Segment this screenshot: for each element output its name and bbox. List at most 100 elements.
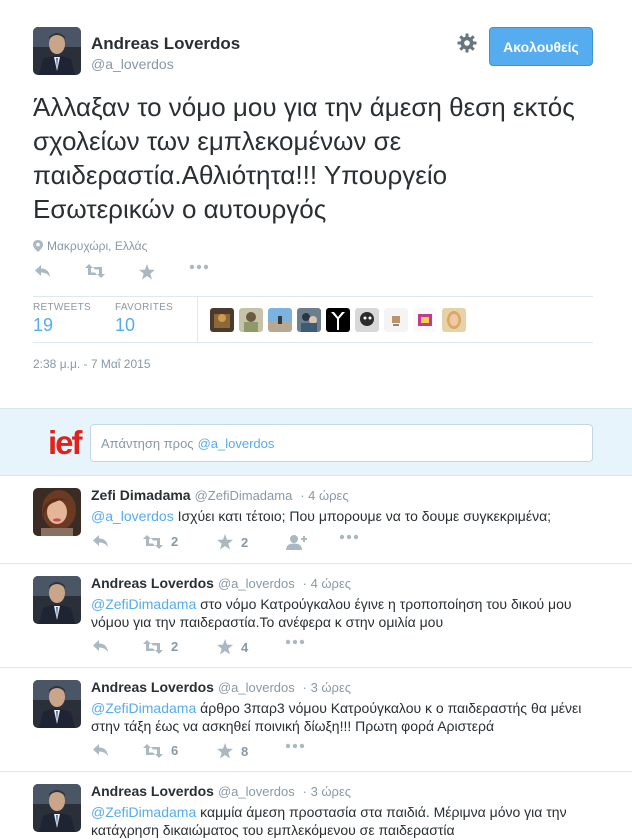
stats-divider — [197, 297, 198, 343]
reply-text: @a_loverdos Ισχύει κατι τέτοιο; Που μπορ… — [91, 507, 611, 525]
reply-time[interactable]: · 4 ώρες — [303, 576, 351, 591]
retweet-icon — [143, 743, 163, 758]
reply-avatar[interactable] — [33, 784, 81, 832]
reply-time[interactable]: · 4 ώρες — [300, 488, 348, 503]
reply-avatar[interactable] — [33, 680, 81, 728]
more-action[interactable] — [285, 639, 305, 645]
more-action[interactable] — [285, 743, 305, 749]
favoriter-avatar[interactable] — [210, 308, 234, 332]
reply-header: Andreas Loverdos @a_loverdos · 3 ώρες — [91, 783, 351, 799]
reply-author-handle[interactable]: @ZefiDimadama — [195, 488, 293, 503]
reply-author-handle[interactable]: @a_loverdos — [218, 784, 295, 799]
favorite-action[interactable]: 8 — [217, 743, 248, 759]
reply-time[interactable]: · 3 ώρες — [303, 784, 351, 799]
reply-mention[interactable]: @a_loverdos — [91, 508, 174, 524]
reply-author-name[interactable]: Zefi Dimadama — [91, 487, 191, 503]
reply-avatar[interactable] — [33, 576, 81, 624]
favoriter-avatar[interactable] — [268, 308, 292, 332]
reply-action[interactable] — [93, 639, 109, 653]
retweet-icon — [143, 534, 163, 549]
more-dots-icon — [339, 534, 359, 540]
reply-time[interactable]: · 3 ώρες — [303, 680, 351, 695]
reply-body: Ισχύει κατι τέτοιο; Που μπορουμε να το δ… — [173, 508, 552, 524]
retweet-count: 2 — [171, 534, 179, 549]
follow-user-icon — [286, 535, 307, 550]
reply-header: Andreas Loverdos @a_loverdos · 4 ώρες — [91, 575, 351, 591]
reply-action[interactable] — [35, 264, 51, 278]
retweet-action[interactable]: 2 — [143, 534, 178, 549]
reply-mention[interactable]: @ZefiDimadama — [91, 700, 196, 716]
reply-icon — [35, 265, 50, 277]
reply-tweet[interactable]: Andreas Loverdos @a_loverdos · 4 ώρες @Ze… — [0, 564, 632, 668]
retweet-action[interactable]: 2 — [143, 639, 178, 654]
more-action[interactable] — [339, 534, 359, 540]
more-dots-icon — [189, 264, 209, 270]
favorite-action[interactable]: 4 — [217, 639, 248, 655]
star-icon — [217, 534, 233, 550]
reply-header: Zefi Dimadama @ZefiDimadama · 4 ώρες — [91, 487, 349, 503]
reply-placeholder: Απάντηση προς — [101, 435, 194, 451]
reply-mention[interactable]: @ZefiDimadama — [91, 596, 196, 612]
reply-text: @ZefiDimadama καμμία άμεση προστασία στα… — [91, 803, 611, 839]
author-avatar[interactable] — [33, 27, 81, 75]
reply-avatar[interactable] — [33, 488, 81, 536]
reply-tweet[interactable]: Andreas Loverdos @a_loverdos · 3 ώρες @Ze… — [0, 668, 632, 772]
divider — [33, 342, 593, 343]
reply-author-handle[interactable]: @a_loverdos — [218, 680, 295, 695]
author-handle[interactable]: @a_loverdos — [91, 56, 174, 72]
favoriter-avatar[interactable] — [239, 308, 263, 332]
reply-input[interactable]: Απάντηση προς @a_loverdos — [90, 424, 593, 462]
gear-icon[interactable] — [456, 32, 478, 54]
reply-bar: ief Απάντηση προς @a_loverdos — [0, 408, 632, 476]
retweet-action[interactable]: 6 — [143, 743, 178, 758]
reply-text: @ZefiDimadama στο νόμο Κατρούγκαλου έγιν… — [91, 595, 611, 631]
reply-icon — [93, 640, 108, 652]
logo-text: ief — [48, 424, 82, 461]
favorite-action[interactable]: 2 — [217, 534, 248, 550]
reply-tweet[interactable]: Andreas Loverdos @a_loverdos · 3 ώρες @Ze… — [0, 772, 632, 840]
retweet-count: 2 — [171, 639, 179, 654]
reply-header: Andreas Loverdos @a_loverdos · 3 ώρες — [91, 679, 351, 695]
reply-text: @ZefiDimadama άρθρο 3παρ3 νόμου Κατρούγκ… — [91, 699, 611, 735]
reply-icon — [93, 535, 108, 547]
reply-icon — [93, 744, 108, 756]
star-icon — [217, 743, 233, 759]
tweet-timestamp[interactable]: 2:38 μ.μ. - 7 Μαΐ 2015 — [33, 357, 151, 371]
favorite-action[interactable] — [139, 264, 155, 280]
reply-tweet[interactable]: Zefi Dimadama @ZefiDimadama · 4 ώρες @a_l… — [0, 476, 632, 564]
favoriter-avatar[interactable] — [442, 308, 466, 332]
following-button[interactable]: Ακολουθείς — [489, 27, 593, 66]
favoriter-avatar[interactable] — [413, 308, 437, 332]
main-tweet: Andreas Loverdos @a_loverdos Ακολουθείς … — [0, 0, 632, 408]
reply-author-name[interactable]: Andreas Loverdos — [91, 783, 214, 799]
reply-author-name[interactable]: Andreas Loverdos — [91, 679, 214, 695]
star-icon — [139, 264, 155, 280]
reply-mention[interactable]: @ZefiDimadama — [91, 804, 196, 820]
retweets-count[interactable]: 19 — [33, 315, 53, 336]
location-pin-icon — [33, 240, 43, 252]
favorites-label: FAVORITES — [115, 302, 174, 313]
favorite-count: 8 — [241, 743, 249, 759]
reply-action[interactable] — [93, 534, 109, 548]
retweet-action[interactable] — [85, 264, 105, 278]
tweet-text: Άλλαξαν το νόμο μου για την άμεση θεση ε… — [33, 92, 575, 224]
divider — [33, 296, 593, 297]
more-dots-icon — [285, 743, 305, 749]
favorite-count: 4 — [241, 639, 249, 655]
retweet-icon — [143, 639, 163, 654]
favoriter-avatar[interactable] — [355, 308, 379, 332]
reply-author-handle[interactable]: @a_loverdos — [218, 576, 295, 591]
favoriter-avatar[interactable] — [384, 308, 408, 332]
user-avatar-logo: ief — [48, 424, 82, 461]
favorites-count[interactable]: 10 — [115, 315, 135, 336]
reply-author-name[interactable]: Andreas Loverdos — [91, 575, 214, 591]
reply-action[interactable] — [93, 743, 109, 757]
tweet-location[interactable]: Μακρυχώρι, Ελλάς — [33, 239, 147, 253]
favorite-count: 2 — [241, 534, 249, 550]
favoriter-avatar[interactable] — [326, 308, 350, 332]
favoriter-avatar[interactable] — [297, 308, 321, 332]
retweets-label: RETWEETS — [33, 302, 91, 313]
author-name[interactable]: Andreas Loverdos — [91, 34, 240, 54]
follow-action[interactable] — [285, 534, 307, 550]
more-action[interactable] — [189, 264, 209, 270]
